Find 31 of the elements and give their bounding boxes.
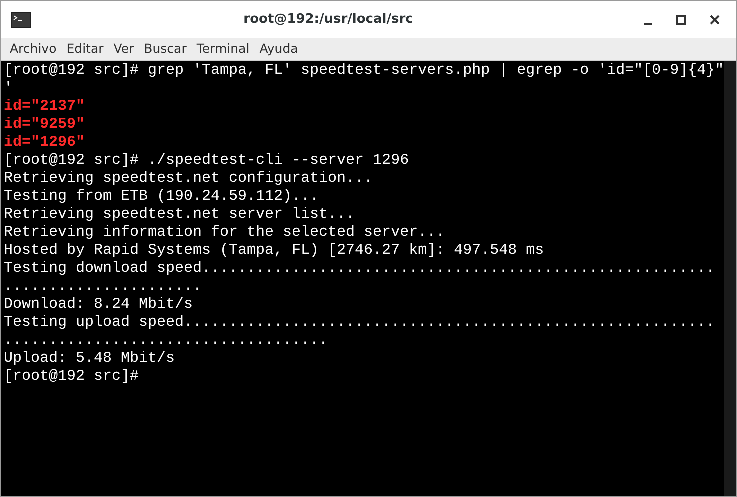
terminal-icon xyxy=(11,12,31,28)
terminal-line: Testing download speed......................................................... xyxy=(4,260,716,278)
terminal-area[interactable] xyxy=(1,61,736,496)
match-line: id="2137" xyxy=(4,98,86,116)
menu-item[interactable]: Archivo xyxy=(5,40,62,58)
terminal-line: Testing from ETB (190.24.59.112)... xyxy=(4,188,320,206)
close-icon xyxy=(710,14,720,24)
terminal-line: [root@192 src]# xyxy=(4,368,140,386)
terminal-line: ...................... xyxy=(4,278,202,296)
menu-item[interactable]: Terminal xyxy=(192,40,255,58)
menu-item[interactable]: Ver xyxy=(108,40,140,58)
terminal-line: Testing upload speed........................................................... xyxy=(4,314,716,332)
match-line: id="1296" xyxy=(4,134,86,152)
window-title: root@192:/usr/local/src xyxy=(242,10,414,29)
scrollbar-track[interactable] xyxy=(724,61,736,496)
terminal-line: Download: 8.24 Mbit/s xyxy=(4,296,194,314)
terminal-line: [root@192 src]# grep 'Tampa, FL' speedtest-servers.php | egrep -o 'id="[0-9]{4}" xyxy=(4,62,724,80)
menu-item[interactable]: Buscar xyxy=(139,40,192,58)
menu-item[interactable]: Ayuda xyxy=(254,40,304,58)
maximize-icon xyxy=(676,14,686,24)
terminal-line: .................................... xyxy=(4,332,328,350)
terminal-line: Retrieving speedtest.net configuration... xyxy=(4,170,374,188)
terminal-line: Upload: 5.48 Mbit/s xyxy=(4,350,176,368)
terminal-line: Retrieving information for the selected server... xyxy=(4,224,446,242)
terminal-line: ' xyxy=(4,80,14,98)
match-line: id="9259" xyxy=(4,116,86,134)
terminal-line: Retrieving speedtest.net server list... xyxy=(4,206,356,224)
minimize-icon xyxy=(644,22,652,24)
menu-item[interactable]: Editar xyxy=(62,40,109,58)
terminal-line: Hosted by Rapid Systems (Tampa, FL) [2746.27 km]: 497.548 ms xyxy=(4,242,544,260)
terminal-line: [root@192 src]# ./speedtest-cli --server 1296 xyxy=(4,152,410,170)
